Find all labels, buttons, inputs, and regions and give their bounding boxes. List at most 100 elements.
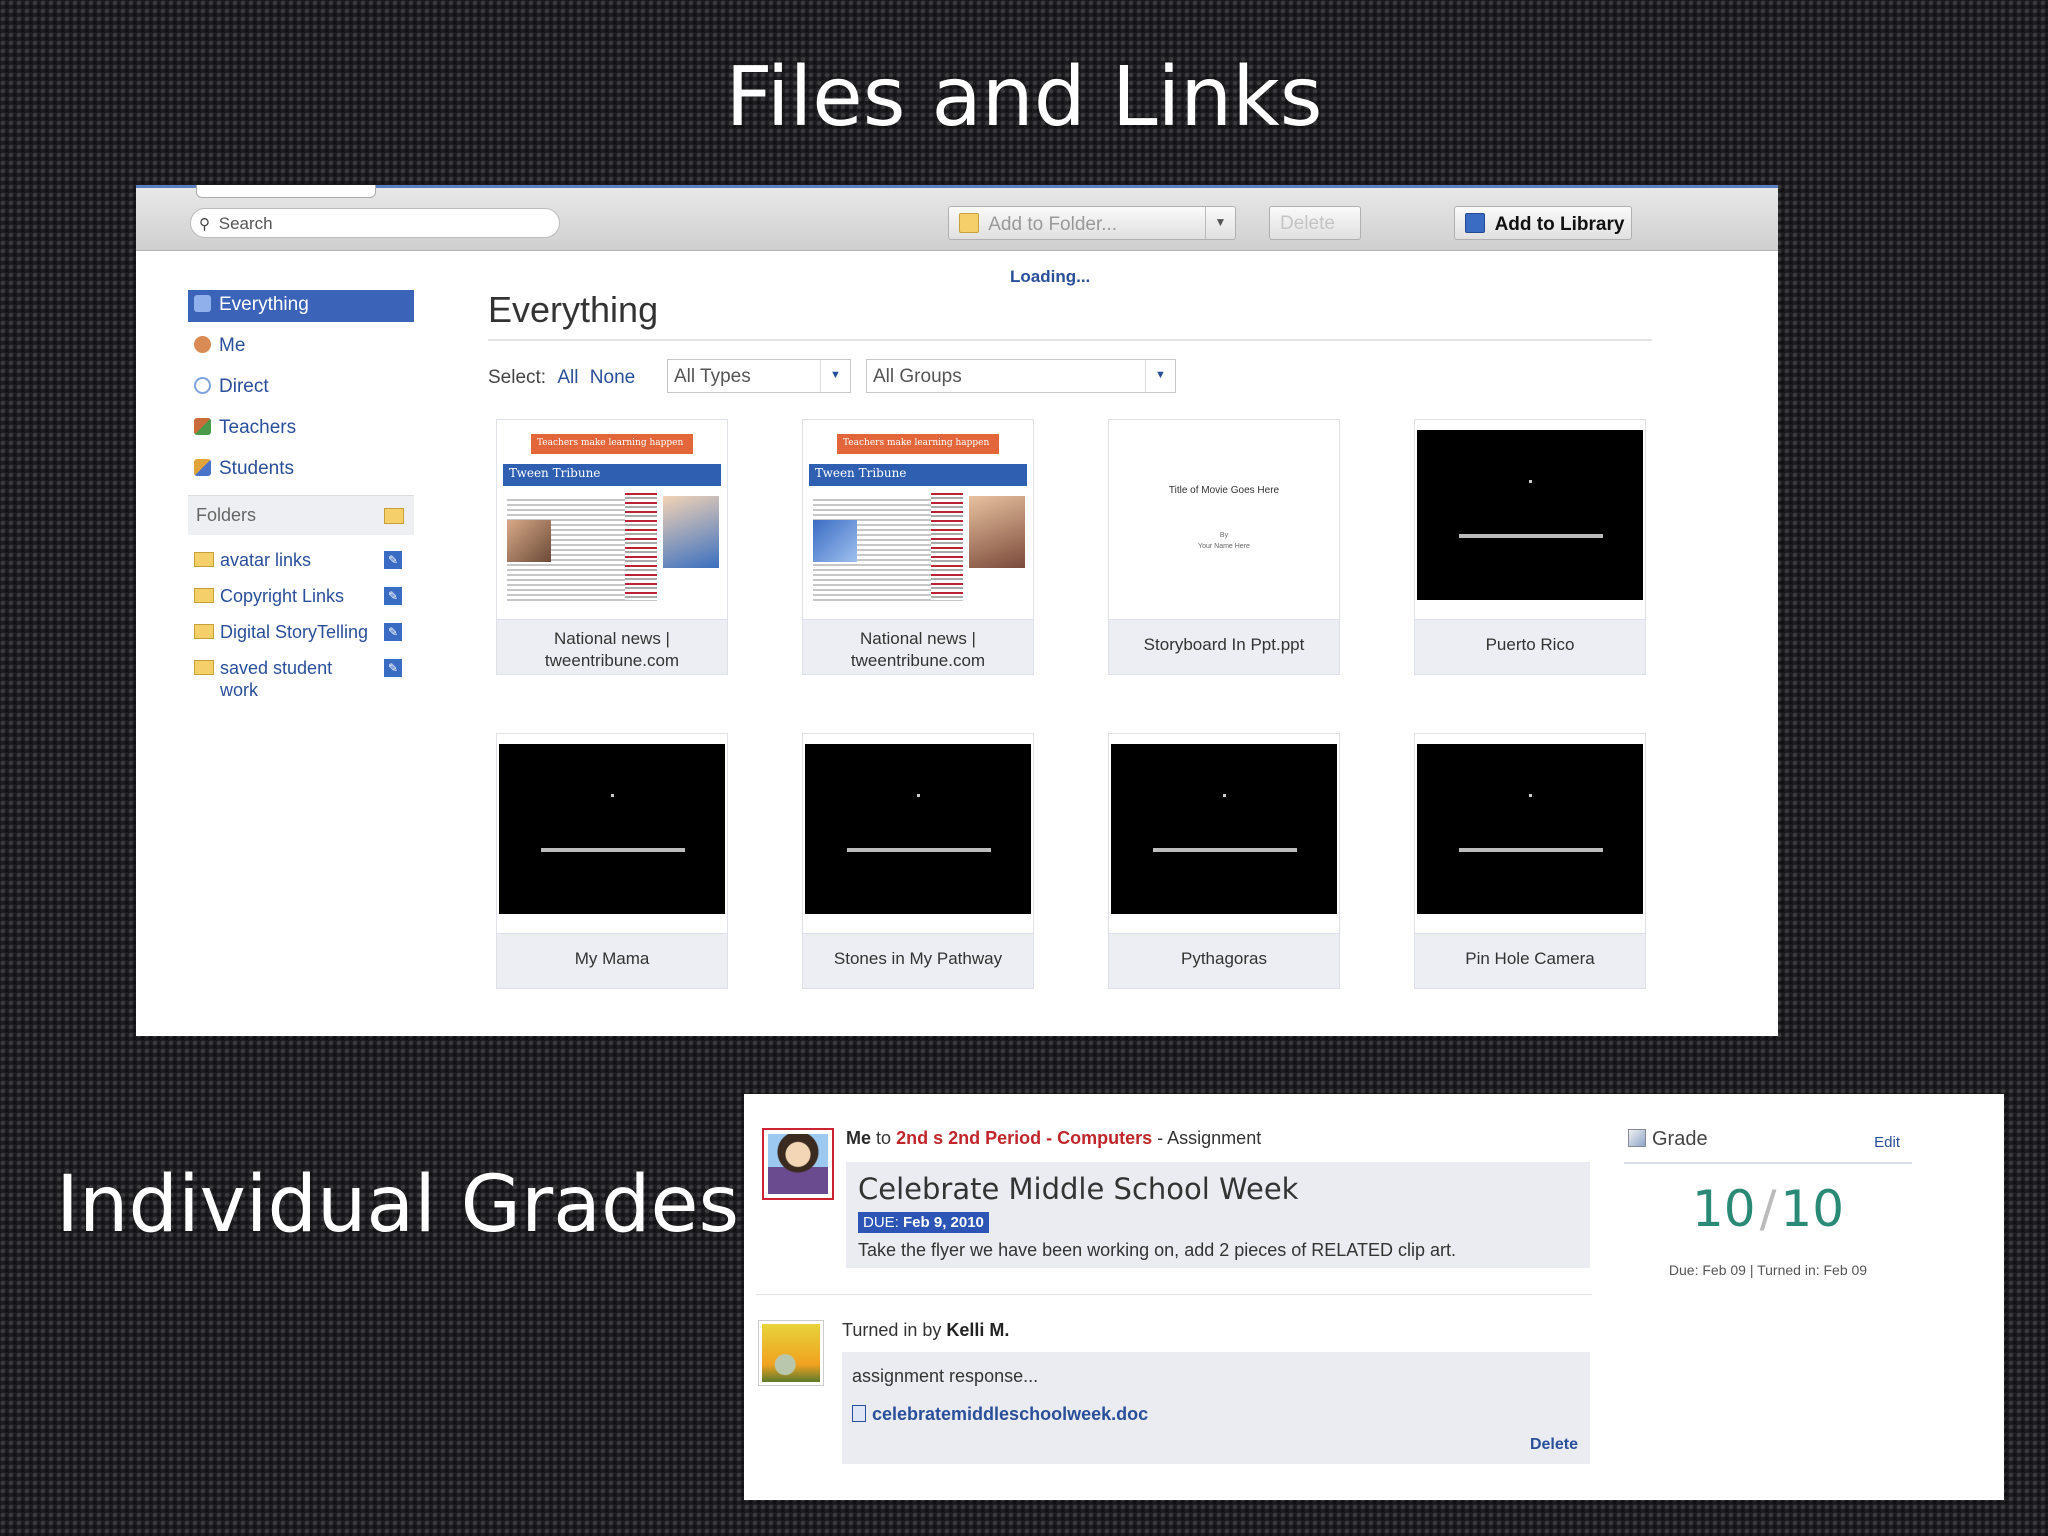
video-thumbnail	[1109, 734, 1339, 934]
sidebar-item-teachers[interactable]: Teachers	[188, 413, 414, 445]
doc-author: Your Name Here	[1198, 543, 1250, 550]
newspaper-thumbnail: Teachers make learning happen Tween Trib…	[497, 420, 727, 620]
edit-icon[interactable]: ✎	[384, 659, 402, 677]
item-title: Storyboard In Ppt.ppt	[1143, 635, 1305, 654]
video-progress-bar	[1459, 848, 1603, 852]
tab-stub[interactable]	[196, 185, 376, 198]
folder-item[interactable]: Copyright Links ✎	[188, 585, 414, 607]
sidebar-item-label: Direct	[219, 376, 269, 397]
item-title: Pythagoras	[1181, 949, 1267, 968]
due-date: Feb 9, 2010	[903, 1214, 984, 1231]
sidebar-item-students[interactable]: Students	[188, 454, 414, 486]
library-item[interactable]: Stones in My Pathway	[802, 733, 1034, 989]
avatar-image	[762, 1324, 820, 1382]
course-link[interactable]: Computers	[1057, 1128, 1152, 1148]
newspaper-thumbnail: Teachers make learning happen Tween Trib…	[803, 420, 1033, 620]
library-item[interactable]: Teachers make learning happen Tween Trib…	[496, 419, 728, 675]
folder-item[interactable]: avatar links ✎	[188, 549, 414, 571]
video-screen	[1417, 430, 1643, 600]
item-title: Pin Hole Camera	[1465, 949, 1595, 968]
loading-indicator: Loading...	[1010, 267, 1091, 286]
teachers-icon	[194, 418, 211, 435]
chevron-down-icon: ▼	[1145, 360, 1175, 392]
avatar-image	[768, 1134, 828, 1194]
masthead-text: Tween Tribune	[509, 466, 601, 480]
folder-icon	[194, 552, 214, 567]
thumbnail-banner: Teachers make learning happen	[837, 434, 999, 454]
select-none-link[interactable]: None	[590, 367, 635, 388]
assignment-title: Celebrate Middle School Week	[858, 1172, 1299, 1206]
article-photo	[507, 520, 551, 562]
video-thumbnail	[1415, 420, 1645, 620]
video-screen	[1111, 744, 1337, 914]
folder-label: Copyright Links	[220, 586, 345, 606]
article-photo	[663, 496, 719, 568]
search-icon: ⚲	[199, 216, 210, 233]
item-title: National news | tweentribune.com	[850, 629, 986, 670]
video-thumbnail	[1415, 734, 1645, 934]
everything-icon	[194, 295, 211, 312]
edit-icon[interactable]: ✎	[384, 623, 402, 641]
video-dot	[1529, 794, 1532, 797]
avatar[interactable]	[762, 1128, 834, 1200]
sidebar-item-me[interactable]: Me	[188, 331, 414, 363]
types-filter-select[interactable]: All Types ▼	[667, 359, 851, 393]
video-screen	[499, 744, 725, 914]
folder-item[interactable]: Digital StoryTelling ✎	[188, 621, 414, 643]
folder-icon	[194, 588, 214, 603]
video-dot	[1529, 480, 1532, 483]
edit-grade-link[interactable]: Edit	[1874, 1134, 1900, 1151]
delete-button[interactable]: Delete	[1269, 206, 1361, 240]
page-title: Everything	[488, 289, 659, 330]
chevron-down-icon[interactable]: ▼	[1205, 207, 1235, 239]
item-title: National news | tweentribune.com	[544, 629, 680, 670]
add-to-library-button[interactable]: Add to Library	[1454, 206, 1632, 240]
assignment-description: Take the flyer we have been working on, …	[858, 1240, 1456, 1260]
library-item[interactable]: Title of Movie Goes Here By Your Name He…	[1108, 419, 1340, 675]
response-text: assignment response...	[852, 1366, 1039, 1386]
library-item[interactable]: Pin Hole Camera	[1414, 733, 1646, 989]
edit-icon[interactable]: ✎	[384, 551, 402, 569]
video-progress-bar	[847, 848, 991, 852]
avatar[interactable]	[758, 1320, 824, 1386]
delete-link[interactable]: Delete	[1530, 1436, 1578, 1454]
add-to-folder-dropdown[interactable]: Add to Folder... ▼	[948, 206, 1236, 240]
sidebar: Everything Me Direct Teachers Students F…	[188, 290, 414, 701]
folder-label: avatar links	[220, 550, 312, 570]
group-link[interactable]: 2nd s 2nd Period	[896, 1128, 1041, 1148]
item-title: Stones in My Pathway	[833, 949, 1003, 968]
library-item[interactable]: My Mama	[496, 733, 728, 989]
response-box: assignment response... celebratemiddlesc…	[842, 1352, 1590, 1464]
slide-title: Files and Links	[725, 50, 1323, 145]
attachment-name: celebratemiddleschoolweek.doc	[872, 1404, 1149, 1424]
doc-byline: By Your Name Here	[1109, 530, 1339, 552]
groups-filter-select[interactable]: All Groups ▼	[866, 359, 1176, 393]
video-progress-bar	[541, 848, 685, 852]
section-label: Individual Grades	[56, 1160, 740, 1250]
folder-item[interactable]: saved student work ✎	[188, 657, 414, 701]
sidebar-item-label: Me	[219, 335, 246, 356]
library-item[interactable]: Pythagoras	[1108, 733, 1340, 989]
article-photo	[813, 520, 857, 562]
add-folder-icon[interactable]	[384, 508, 404, 524]
sidebar-item-direct[interactable]: Direct	[188, 372, 414, 404]
due-badge: DUE: Feb 9, 2010	[858, 1212, 989, 1233]
sender-name[interactable]: Me	[846, 1128, 871, 1148]
thumbnail-masthead: Tween Tribune	[809, 464, 1027, 486]
select-all-link[interactable]: All	[557, 367, 578, 388]
sidebar-item-label: Students	[219, 458, 294, 479]
grade-header-label: Grade	[1652, 1128, 1708, 1150]
folder-icon	[194, 624, 214, 639]
sidebar-item-everything[interactable]: Everything	[188, 290, 414, 322]
score-value: 10	[1691, 1180, 1756, 1238]
library-item[interactable]: Teachers make learning happen Tween Trib…	[802, 419, 1034, 675]
folders-header: Folders	[188, 495, 414, 535]
edit-icon[interactable]: ✎	[384, 587, 402, 605]
search-input[interactable]: ⚲ Search	[190, 208, 560, 238]
chevron-down-icon: ▼	[820, 360, 850, 392]
attachment-link[interactable]: celebratemiddleschoolweek.doc	[852, 1404, 1148, 1425]
library-item[interactable]: Puerto Rico	[1414, 419, 1646, 675]
sidebar-column	[931, 490, 963, 600]
sidebar-item-label: Teachers	[219, 417, 297, 438]
files-panel: ⚲ Search Add to Folder... ▼ Delete Add t…	[136, 185, 1778, 1036]
